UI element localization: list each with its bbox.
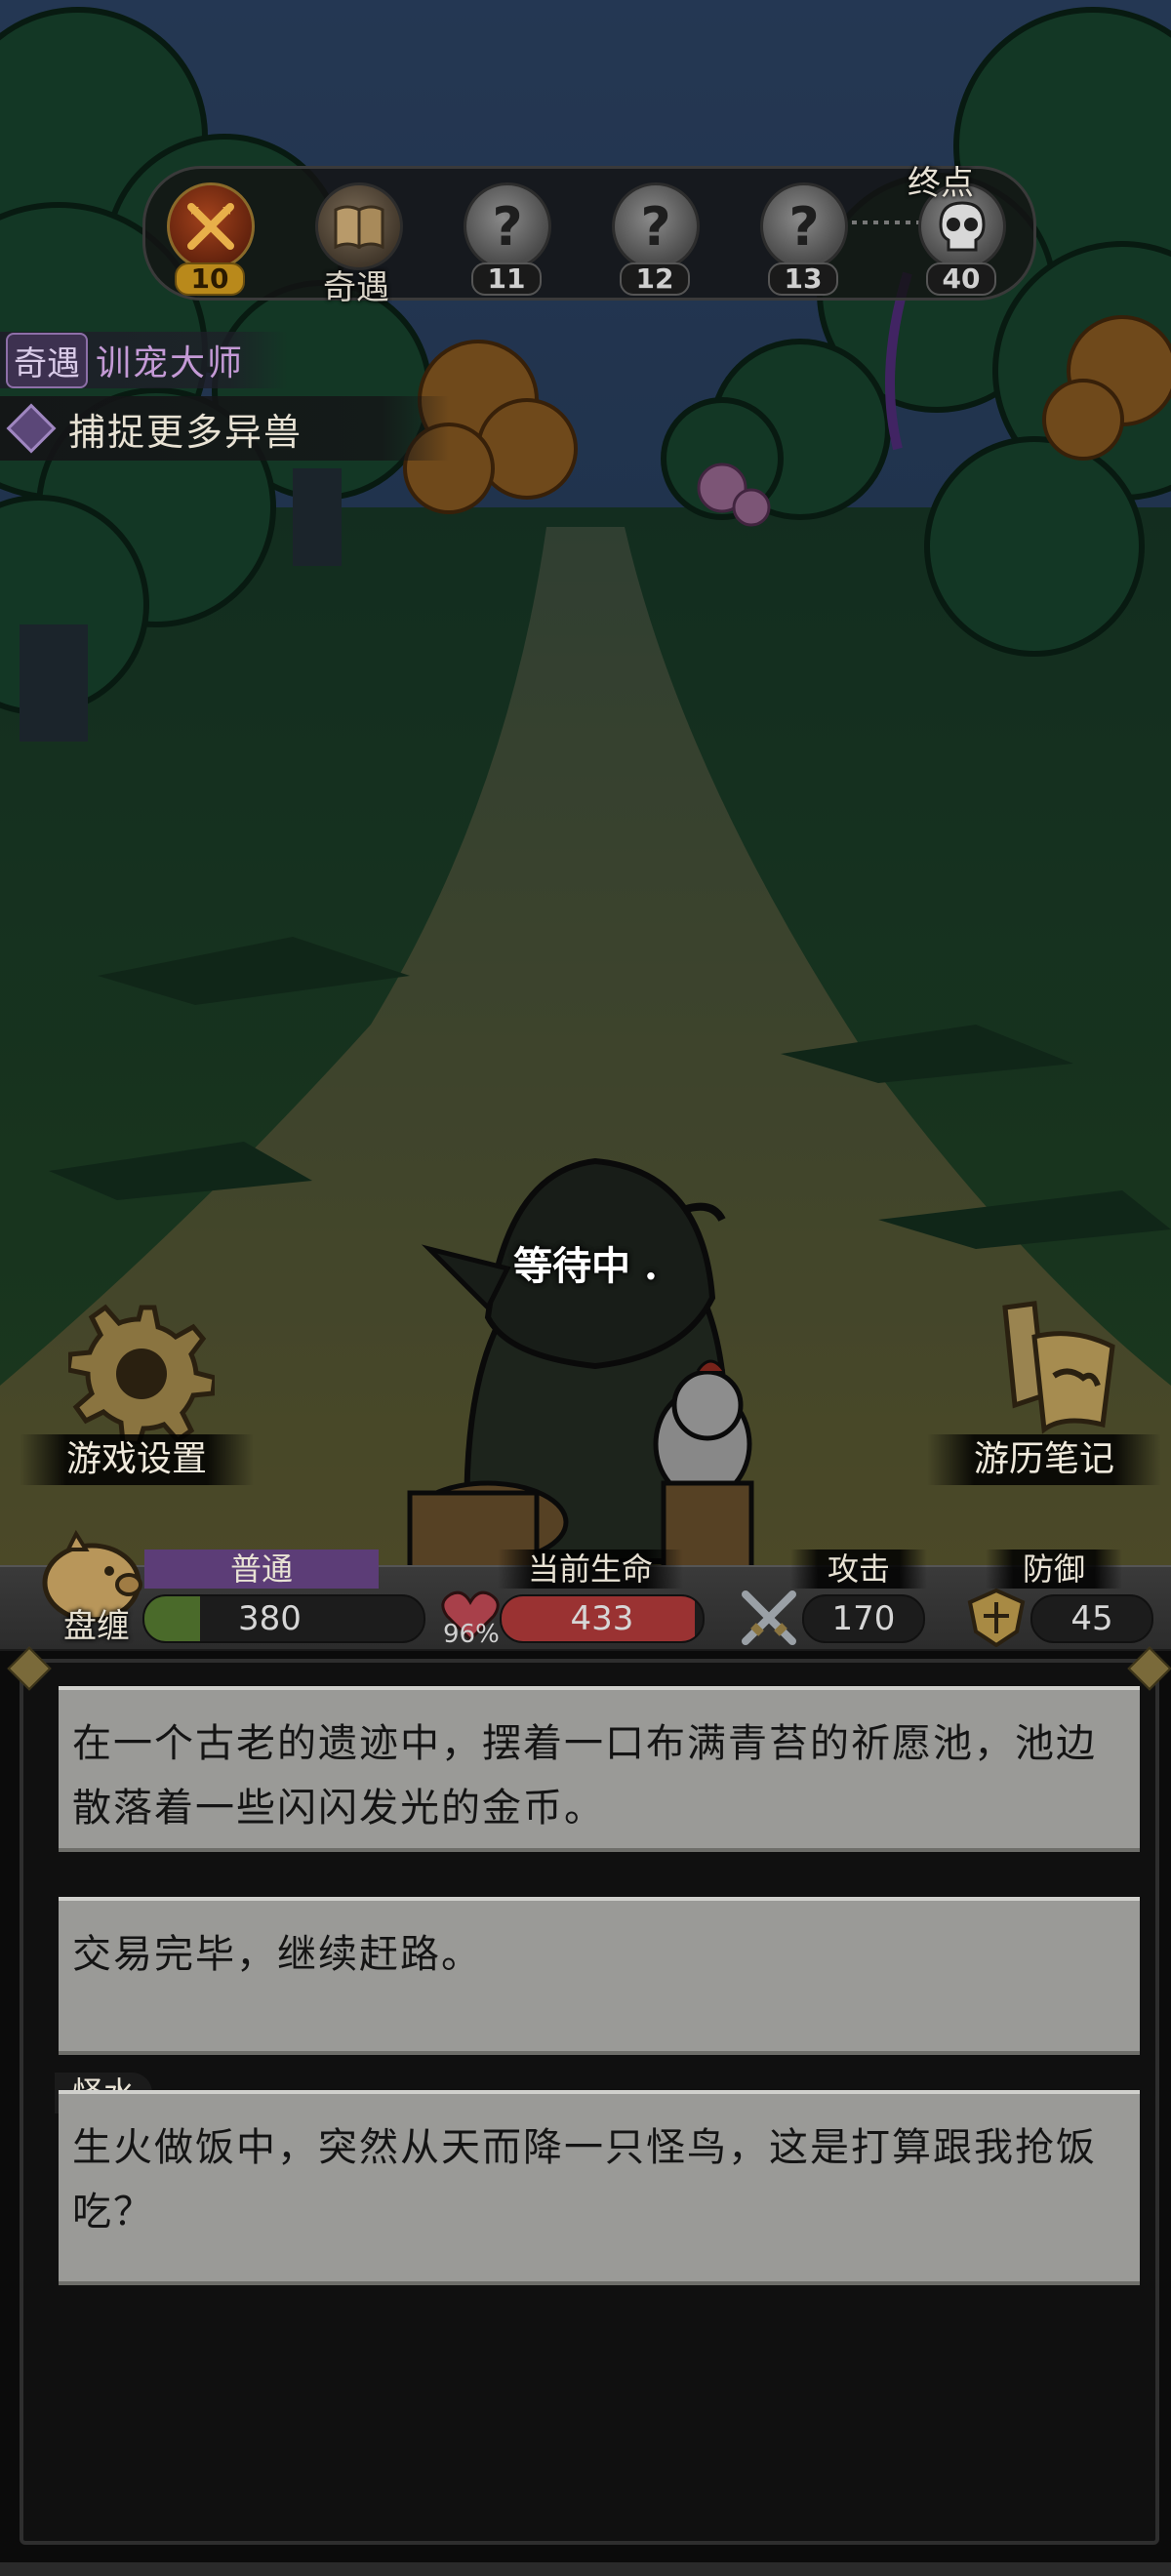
settings-button[interactable]: 游戏设置 <box>20 1298 254 1485</box>
rank-label: 普通 <box>144 1550 379 1589</box>
log-entry-text: 交易完毕，继续赶路。 <box>72 1932 482 1977</box>
settings-label: 游戏设置 <box>20 1434 254 1485</box>
stage-number: 40 <box>926 262 996 296</box>
defense-label: 防御 <box>986 1550 1122 1589</box>
attack-box: 170 <box>802 1594 925 1643</box>
stage-number: 11 <box>471 262 542 296</box>
player-stats-bar: 盘缠 普通 380 当前生命 96% 433 攻击 170 防御 45 <box>0 1529 1171 1651</box>
encounter-label: 奇遇 <box>323 268 389 307</box>
quest-name: 训宠大师 <box>96 343 245 383</box>
gold-value: 380 <box>238 1599 302 1638</box>
log-entry: 在一个古老的遗迹中，摆着一口布满青苔的祈愿池，池边散落着一些闪闪发光的金币。 <box>59 1686 1140 1852</box>
attack-value: 170 <box>831 1599 896 1638</box>
progress-node-unknown[interactable]: ? 11 <box>456 182 553 296</box>
gear-icon <box>68 1304 215 1444</box>
defense-box: 45 <box>1030 1594 1153 1643</box>
scroll-icon <box>1002 1301 1115 1434</box>
stage-number: 13 <box>768 262 838 296</box>
journal-button[interactable]: 游历笔记 <box>927 1298 1161 1485</box>
stage-number: 12 <box>620 262 690 296</box>
log-entry-text: 生火做饭中，突然从天而降一只怪鸟，这是打算跟我抢饭吃？ <box>72 2125 1097 2234</box>
waiting-status: 等待中 . <box>513 1243 658 1289</box>
event-log-panel[interactable]: 在一个古老的遗迹中，摆着一口布满青苔的祈愿池，池边散落着一些闪闪发光的金币。 交… <box>20 1659 1159 2545</box>
question-icon: ? <box>760 182 848 270</box>
hp-label: 当前生命 <box>498 1550 683 1589</box>
question-icon: ? <box>612 182 700 270</box>
quest-objective[interactable]: 捕捉更多异兽 <box>0 396 449 461</box>
journal-label: 游历笔记 <box>927 1434 1161 1485</box>
progress-node-unknown[interactable]: ? 12 <box>604 182 702 296</box>
hp-percent: 96% <box>443 1620 500 1649</box>
pet-label: 盘缠 <box>63 1607 130 1646</box>
stage-progress-bar: 10 奇遇 ? 11 ? 12 ? 13 40 <box>142 166 1036 307</box>
progress-node-unknown[interactable]: ? 13 <box>752 182 850 296</box>
quest-type-badge: 奇遇 <box>6 332 88 388</box>
shield-icon <box>967 1589 1026 1647</box>
log-entry-text: 在一个古老的遗迹中，摆着一口布满青苔的祈愿池，池边散落着一些闪闪发光的金币。 <box>72 1721 1097 1831</box>
hp-value: 433 <box>570 1599 634 1638</box>
attack-label: 攻击 <box>790 1550 927 1589</box>
hp-bar: 433 <box>500 1594 705 1643</box>
diamond-icon <box>6 403 57 454</box>
log-entry: 生火做饭中，突然从天而降一只怪鸟，这是打算跟我抢饭吃？ <box>59 2090 1140 2285</box>
screen-bottom-edge <box>0 2562 1171 2576</box>
question-icon: ? <box>464 182 551 270</box>
objective-text: 捕捉更多异兽 <box>68 410 303 454</box>
book-icon <box>315 182 403 270</box>
gold-bar: 380 <box>142 1594 425 1643</box>
log-entry: 交易完毕，继续赶路。 <box>59 1897 1140 2055</box>
quest-tag[interactable]: 奇遇 训宠大师 <box>0 332 288 388</box>
stage-number: 10 <box>175 262 245 296</box>
defense-value: 45 <box>1070 1599 1113 1638</box>
crossed-swords-icon <box>167 182 255 270</box>
crossed-swords-icon <box>742 1590 796 1645</box>
endpoint-label: 终点 <box>908 164 974 203</box>
progress-node-current[interactable]: 10 <box>159 182 257 296</box>
progress-node-encounter[interactable]: 奇遇 <box>307 182 405 307</box>
